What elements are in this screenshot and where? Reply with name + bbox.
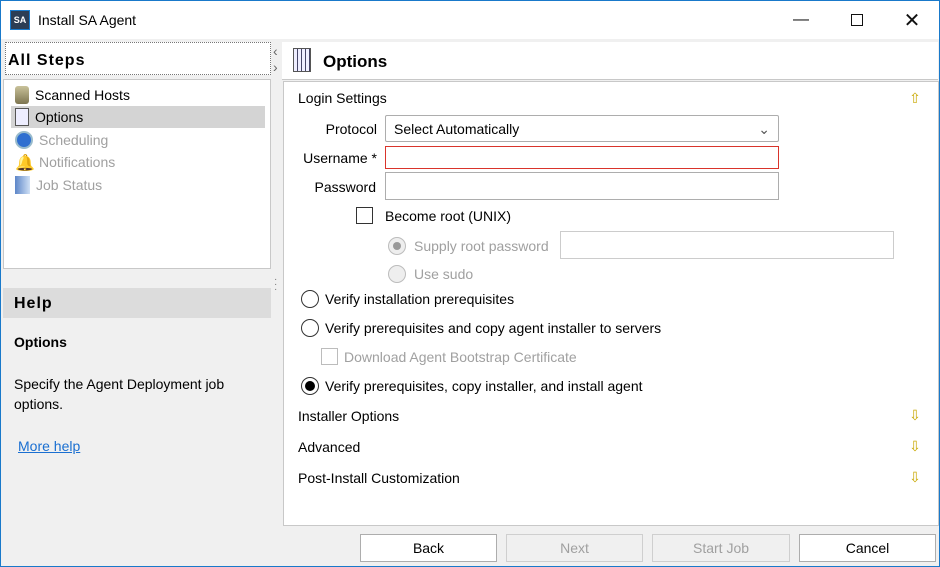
- bell-icon: 🔔: [15, 155, 35, 172]
- cancel-button[interactable]: Cancel: [799, 534, 936, 562]
- next-button[interactable]: Next: [506, 534, 643, 562]
- step-scheduling[interactable]: Scheduling: [11, 129, 265, 151]
- expand-down-arrow-icon[interactable]: ⇩: [908, 470, 922, 484]
- verify-install-label: Verify prerequisites, copy installer, an…: [325, 378, 643, 394]
- chevron-down-icon: ⌄: [758, 121, 770, 137]
- username-input[interactable]: [385, 146, 779, 169]
- job-status-icon: [15, 176, 30, 194]
- use-sudo-radio[interactable]: [388, 265, 406, 283]
- download-certificate-checkbox[interactable]: [321, 348, 338, 365]
- clock-icon: [15, 131, 33, 149]
- use-sudo-label: Use sudo: [414, 266, 474, 282]
- start-job-button[interactable]: Start Job: [652, 534, 790, 562]
- app-logo-icon: SA: [10, 10, 30, 30]
- options-icon: [293, 48, 311, 72]
- expand-down-arrow-icon[interactable]: ⇩: [908, 408, 922, 422]
- root-password-input[interactable]: [560, 231, 894, 259]
- window-title: Install SA Agent: [38, 12, 137, 28]
- close-button[interactable]: ✕: [889, 1, 935, 39]
- page-title: Options: [323, 52, 388, 71]
- login-settings-section[interactable]: Login Settings: [298, 90, 387, 106]
- password-input[interactable]: [385, 172, 779, 200]
- minimize-button[interactable]: —: [778, 1, 824, 39]
- help-title: Options: [14, 334, 67, 350]
- step-options[interactable]: Options: [11, 106, 265, 128]
- install-window: SA Install SA Agent — ✕ All Steps ‹ › Sc…: [0, 0, 940, 567]
- verify-prerequisites-label: Verify installation prerequisites: [325, 291, 515, 307]
- advanced-section[interactable]: Advanced: [298, 439, 360, 455]
- options-icon: [15, 108, 29, 126]
- expand-down-arrow-icon[interactable]: ⇩: [908, 439, 922, 453]
- supply-root-password-radio[interactable]: [388, 237, 406, 255]
- help-text: Specify the Agent Deployment job options…: [14, 376, 225, 412]
- verify-prerequisites-radio[interactable]: [301, 290, 319, 308]
- supply-root-password-label: Supply root password: [414, 238, 549, 254]
- protocol-label: Protocol: [325, 121, 377, 137]
- protocol-select[interactable]: Select Automatically ⌄: [385, 115, 779, 142]
- become-root-checkbox[interactable]: [356, 207, 373, 224]
- collapse-up-arrow-icon[interactable]: ⇧: [908, 91, 922, 105]
- title-bar: SA Install SA Agent — ✕: [1, 1, 939, 39]
- expand-right-icon[interactable]: ›: [273, 59, 278, 75]
- back-button[interactable]: Back: [360, 534, 497, 562]
- more-help-link[interactable]: More help: [18, 438, 80, 454]
- step-notifications[interactable]: 🔔 Notifications: [11, 151, 265, 173]
- server-icon: [15, 86, 29, 104]
- installer-options-section[interactable]: Installer Options: [298, 408, 399, 424]
- verify-copy-radio[interactable]: [301, 319, 319, 337]
- maximize-button[interactable]: [834, 1, 880, 39]
- step-job-status[interactable]: Job Status: [11, 174, 265, 196]
- collapse-left-icon[interactable]: ‹: [273, 43, 278, 59]
- splitter-handle[interactable]: · · ·: [274, 275, 277, 295]
- password-label: Password: [314, 179, 376, 195]
- download-certificate-label: Download Agent Bootstrap Certificate: [344, 349, 577, 365]
- become-root-label: Become root (UNIX): [385, 208, 512, 224]
- verify-copy-label: Verify prerequisites and copy agent inst…: [325, 320, 662, 336]
- verify-install-radio[interactable]: [301, 377, 319, 395]
- username-label: Username *: [303, 150, 377, 166]
- post-install-section[interactable]: Post-Install Customization: [298, 470, 460, 486]
- all-steps-header: All Steps: [5, 42, 271, 75]
- step-scanned-hosts[interactable]: Scanned Hosts: [11, 84, 265, 106]
- help-header: Help: [3, 288, 271, 318]
